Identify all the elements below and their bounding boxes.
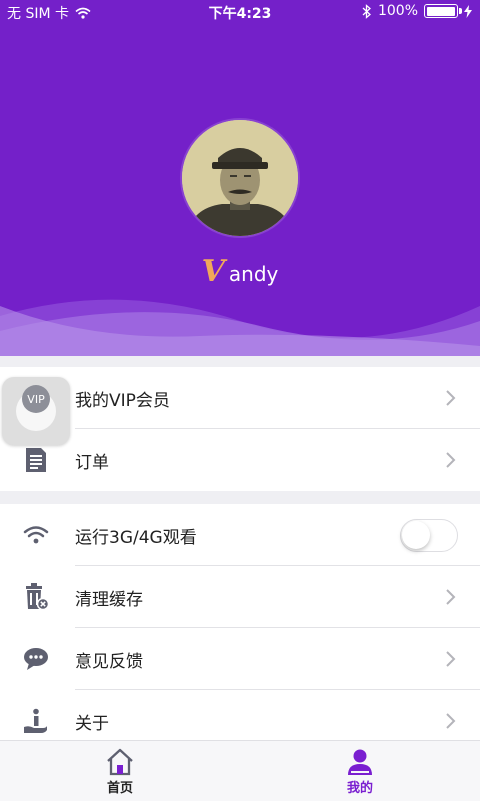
menu-item-label: 订单: [75, 452, 109, 473]
info-hand-icon: [20, 705, 52, 737]
menu-item-label: 清理缓存: [75, 589, 143, 610]
battery-percent: 100%: [377, 3, 418, 19]
chevron-right-icon: [446, 651, 456, 667]
charging-icon: [464, 4, 472, 18]
tab-label: 首页: [106, 781, 133, 796]
avatar-portrait: [182, 120, 298, 236]
chevron-right-icon: [446, 390, 456, 406]
menu-item-mobile-data: 运行3G/4G观看: [0, 504, 480, 566]
tab-bar: 首页 我的: [0, 740, 480, 801]
chevron-right-icon: [446, 589, 456, 605]
profile-header: 无 SIM 卡 下午4:23 100% V andy: [0, 0, 480, 356]
menu-item-label: 意见反馈: [75, 651, 143, 672]
menu-item-vip[interactable]: 我的VIP会员: [0, 367, 480, 429]
vip-badge-icon: VIP: [22, 385, 50, 413]
chat-bubble-icon: [20, 643, 52, 675]
status-bar: 无 SIM 卡 下午4:23 100%: [0, 0, 480, 24]
menu-item-label: 关于: [75, 713, 109, 734]
chevron-right-icon: [446, 452, 456, 468]
header-waves: [0, 299, 480, 356]
menu-item-orders[interactable]: 订单: [0, 429, 480, 491]
menu-item-clear-cache[interactable]: 清理缓存: [0, 566, 480, 628]
menu-item-feedback[interactable]: 意见反馈: [0, 628, 480, 690]
menu-group-settings: 运行3G/4G观看 清理缓存 意见反馈 关于: [0, 504, 480, 752]
person-icon: [348, 749, 372, 775]
chevron-right-icon: [446, 713, 456, 729]
mobile-data-toggle[interactable]: [400, 518, 458, 552]
home-icon: [107, 748, 133, 776]
menu-group-account: 我的VIP会员 订单: [0, 367, 480, 491]
tab-label: 我的: [346, 781, 373, 796]
order-document-icon: [20, 444, 52, 476]
battery-icon: [424, 4, 462, 18]
toggle-knob: [402, 520, 430, 549]
username-text: andy: [228, 262, 279, 286]
vip-floating-button[interactable]: VIP: [2, 377, 70, 445]
trash-icon: [20, 581, 52, 613]
menu-item-label: 运行3G/4G观看: [75, 527, 197, 548]
avatar[interactable]: [182, 120, 298, 236]
tab-mine[interactable]: 我的: [300, 741, 420, 801]
vip-logo: V: [201, 254, 225, 289]
menu-item-label: 我的VIP会员: [75, 390, 170, 411]
profile-name: V andy: [0, 254, 480, 289]
wifi-icon: [20, 519, 52, 551]
tab-home[interactable]: 首页: [60, 741, 180, 801]
bluetooth-icon: [362, 3, 371, 19]
